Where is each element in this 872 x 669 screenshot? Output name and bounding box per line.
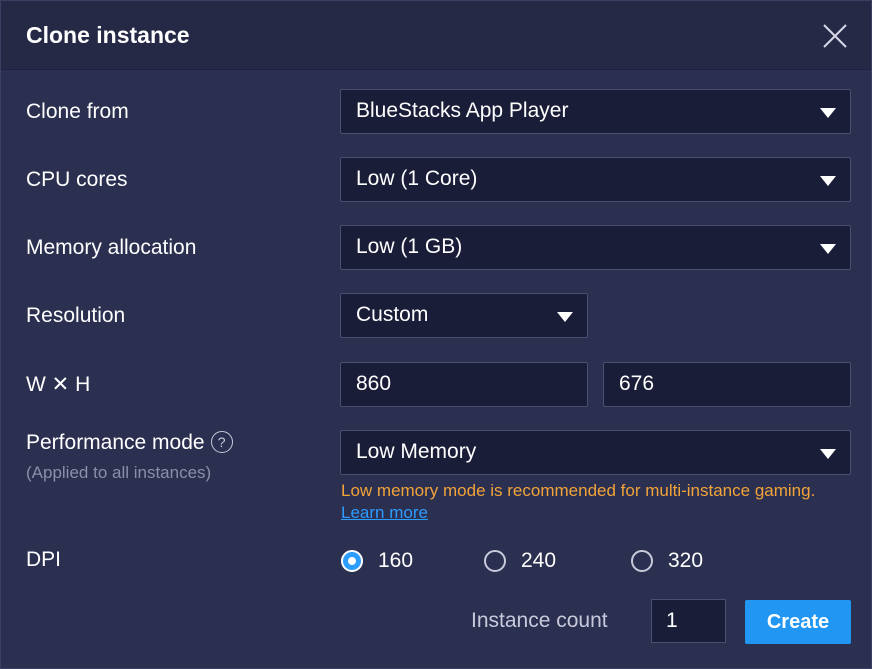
cpu-cores-select[interactable]: Low (1 Core): [340, 157, 851, 202]
chevron-down-icon: [557, 312, 573, 322]
performance-mode-label: Performance mode?: [26, 431, 233, 455]
performance-mode-sublabel: (Applied to all instances): [26, 463, 212, 482]
dpi-radio-240[interactable]: 240: [484, 549, 556, 573]
help-icon[interactable]: ?: [210, 431, 233, 453]
chevron-down-icon: [820, 244, 836, 254]
performance-note-text: Low memory mode is recommended for multi…: [341, 481, 816, 500]
resolution-label: Resolution: [26, 304, 126, 327]
dialog-title: Clone instance: [26, 22, 190, 48]
performance-note: Low memory mode is recommended for multi…: [341, 480, 841, 524]
resolution-select[interactable]: Custom: [340, 293, 588, 338]
dpi-option-label: 240: [521, 549, 557, 572]
performance-mode-label-text: Performance mode: [26, 431, 205, 454]
instance-count-label: Instance count: [471, 609, 608, 632]
dpi-label: DPI: [26, 548, 62, 571]
dpi-option-label: 160: [378, 549, 414, 572]
chevron-down-icon: [820, 449, 836, 459]
cpu-cores-label: CPU cores: [26, 168, 128, 191]
clone-from-select[interactable]: BlueStacks App Player: [340, 89, 851, 134]
clone-instance-dialog: Clone instance Clone from BlueStacks App…: [0, 0, 872, 669]
height-input[interactable]: 676: [603, 362, 851, 407]
memory-allocation-label: Memory allocation: [26, 236, 197, 259]
radio-unchecked-icon: [484, 550, 506, 572]
instance-count-input[interactable]: 1: [651, 599, 726, 643]
create-button[interactable]: Create: [745, 600, 851, 644]
radio-checked-icon: [341, 550, 363, 572]
memory-allocation-value: Low (1 GB): [356, 235, 463, 258]
dpi-option-label: 320: [668, 549, 704, 572]
dialog-header: Clone instance: [1, 1, 871, 70]
chevron-down-icon: [820, 176, 836, 186]
dpi-radio-160[interactable]: 160: [341, 549, 413, 573]
clone-from-label: Clone from: [26, 100, 129, 123]
cpu-cores-value: Low (1 Core): [356, 167, 478, 190]
memory-allocation-select[interactable]: Low (1 GB): [340, 225, 851, 270]
resolution-value: Custom: [356, 303, 429, 326]
width-input[interactable]: 860: [340, 362, 588, 407]
learn-more-link[interactable]: Learn more: [341, 503, 428, 522]
radio-unchecked-icon: [631, 550, 653, 572]
close-icon[interactable]: [820, 21, 850, 51]
chevron-down-icon: [820, 108, 836, 118]
dpi-radio-320[interactable]: 320: [631, 549, 703, 573]
clone-from-value: BlueStacks App Player: [356, 99, 569, 122]
performance-mode-select[interactable]: Low Memory: [340, 430, 851, 475]
wxh-label: W ✕ H: [26, 373, 91, 396]
performance-mode-value: Low Memory: [356, 440, 477, 463]
